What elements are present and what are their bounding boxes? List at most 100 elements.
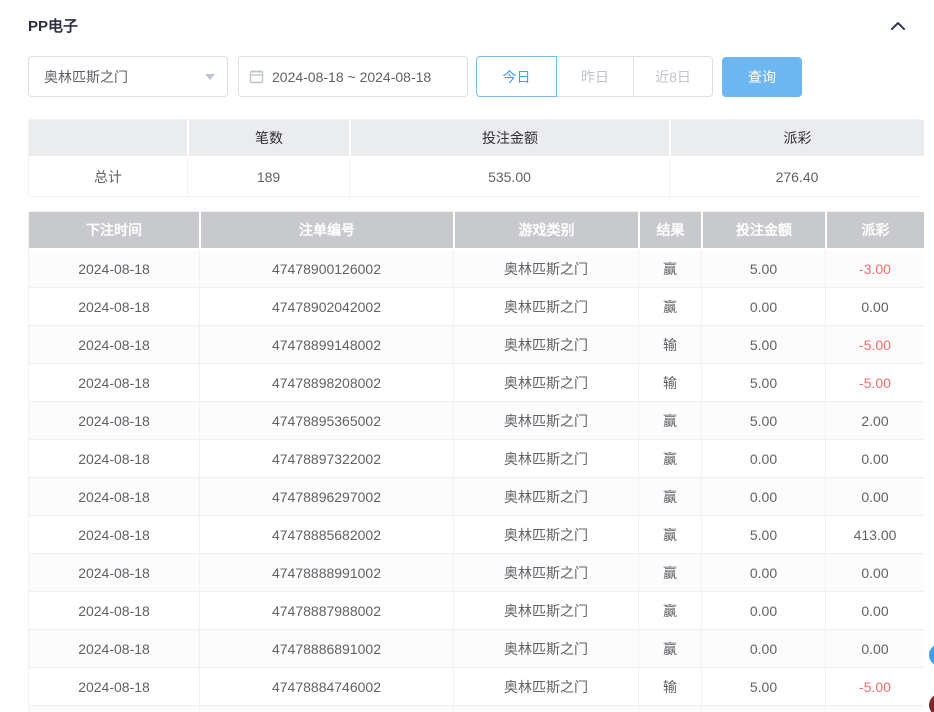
payout-cell: 0.00 [825,592,924,630]
game-select-value: 奥林匹斯之门 [44,67,128,87]
payout-cell: 0.00 [825,288,924,326]
bet-time-cell: 2024-08-18 [29,326,199,364]
bet-id-cell: 47478902042002 [199,288,453,326]
summary-header-payout: 派彩 [669,120,924,158]
bet-time-cell: 2024-08-18 [29,668,199,706]
bet-id-cell: 47478888991002 [199,554,453,592]
bet-id-cell: 47478895365002 [199,402,453,440]
table-row: 2024-08-1847478888991002奥林匹斯之门赢0.000.00 [29,554,924,592]
bet-time-cell: 2024-08-18 [29,250,199,288]
bet-amount-cell: 5.00 [701,326,825,364]
summary-table: 笔数 投注金额 派彩 总计 189 535.00 276.40 [28,119,923,197]
payout-cell: 413.00 [825,516,924,554]
payout-cell: 0.00 [825,630,924,668]
bet-amount-cell: 5.00 [701,250,825,288]
summary-header-bet-amount: 投注金额 [349,120,669,158]
bet-amount-cell: 0.00 [701,288,825,326]
game-category-cell: 奥林匹斯之门 [453,668,638,706]
filter-bar: 奥林匹斯之门 2024-08-18 ~ 2024-08-18 今日 昨日 近8日… [28,56,906,97]
bet-time-cell: 2024-08-18 [29,288,199,326]
bet-amount-cell: 5.00 [701,516,825,554]
floating-button-blue[interactable] [929,644,934,666]
header-result: 结果 [638,212,701,250]
page-title: PP电子 [28,15,78,36]
table-row: 2024-08-1847478902042002奥林匹斯之门赢0.000.00 [29,288,924,326]
result-cell: 赢 [638,288,701,326]
bet-amount-cell: 0.00 [701,440,825,478]
table-row: 2024-08-1847478897322002奥林匹斯之门赢0.000.00 [29,440,924,478]
bet-id-cell: 47478887988002 [199,592,453,630]
game-category-cell: 奥林匹斯之门 [453,250,638,288]
game-category-cell: 奥林匹斯之门 [453,402,638,440]
game-category-cell: 奥林匹斯之门 [453,478,638,516]
bet-id-cell: 47478885682002 [199,516,453,554]
today-button[interactable]: 今日 [476,56,557,97]
quick-date-button-group: 今日 昨日 近8日 [476,56,713,97]
calendar-icon [249,69,264,84]
bet-time-cell: 2024-08-18 [29,478,199,516]
bet-amount-cell: 5.00 [701,668,825,706]
table-row [29,706,924,712]
chevron-down-icon [205,74,215,80]
table-row: 2024-08-1847478895365002奥林匹斯之门赢5.002.00 [29,402,924,440]
bet-time-cell: 2024-08-18 [29,440,199,478]
table-row: 2024-08-1847478886891002奥林匹斯之门赢0.000.00 [29,630,924,668]
bet-id-cell: 47478896297002 [199,478,453,516]
summary-total-row: 总计 189 535.00 276.40 [29,158,924,196]
bet-amount-cell: 0.00 [701,554,825,592]
game-select[interactable]: 奥林匹斯之门 [28,56,228,97]
last-8-days-button[interactable]: 近8日 [633,56,713,97]
total-payout: 276.40 [669,158,924,196]
summary-header-row: 笔数 投注金额 派彩 [29,120,924,158]
bet-id-cell: 47478900126002 [199,250,453,288]
payout-cell: 2.00 [825,402,924,440]
result-cell: 输 [638,326,701,364]
game-category-cell: 奥林匹斯之门 [453,364,638,402]
bet-time-cell: 2024-08-18 [29,402,199,440]
result-cell: 输 [638,364,701,402]
game-category-cell: 奥林匹斯之门 [453,326,638,364]
date-range-value: 2024-08-18 ~ 2024-08-18 [272,69,431,85]
total-count: 189 [187,158,349,196]
bet-id-cell: 47478897322002 [199,440,453,478]
result-cell: 赢 [638,554,701,592]
result-cell: 赢 [638,440,701,478]
result-cell: 输 [638,668,701,706]
result-cell: 赢 [638,516,701,554]
header-payout: 派彩 [825,212,924,250]
query-button[interactable]: 查询 [722,57,802,97]
bet-id-cell: 47478886891002 [199,630,453,668]
header-bet-time: 下注时间 [29,212,199,250]
bet-time-cell: 2024-08-18 [29,516,199,554]
bet-amount-cell: 0.00 [701,630,825,668]
table-row: 2024-08-1847478884746002奥林匹斯之门输5.00-5.00 [29,668,924,706]
records-tbody: 2024-08-1847478900126002奥林匹斯之门赢5.00-3.00… [29,250,924,712]
game-category-cell: 奥林匹斯之门 [453,630,638,668]
betting-records-panel: PP电子 奥林匹斯之门 2024-08-18 ~ 2024-08-18 [0,0,934,712]
collapse-button[interactable] [888,19,908,33]
payout-cell: -3.00 [825,250,924,288]
bet-time-cell: 2024-08-18 [29,630,199,668]
bet-id-cell: 47478898208002 [199,364,453,402]
records-table: 下注时间 注单编号 游戏类别 结果 投注金额 派彩 2024-08-184747… [28,211,923,712]
header-game-category: 游戏类别 [453,212,638,250]
yesterday-button[interactable]: 昨日 [556,56,634,97]
payout-cell: 0.00 [825,478,924,516]
total-label: 总计 [29,158,187,196]
bet-id-cell: 47478899148002 [199,326,453,364]
records-header-row: 下注时间 注单编号 游戏类别 结果 投注金额 派彩 [29,212,924,250]
bet-amount-cell: 0.00 [701,478,825,516]
date-range-input[interactable]: 2024-08-18 ~ 2024-08-18 [238,56,468,97]
table-row: 2024-08-1847478899148002奥林匹斯之门输5.00-5.00 [29,326,924,364]
game-category-cell: 奥林匹斯之门 [453,554,638,592]
panel-header: PP电子 [0,0,934,36]
bet-id-cell: 47478884746002 [199,668,453,706]
game-category-cell: 奥林匹斯之门 [453,288,638,326]
result-cell: 赢 [638,402,701,440]
bet-time-cell: 2024-08-18 [29,554,199,592]
bet-amount-cell: 5.00 [701,402,825,440]
bet-time-cell: 2024-08-18 [29,364,199,402]
floating-button-maroon[interactable] [929,694,934,712]
chevron-up-icon [890,21,906,31]
header-bet-id: 注单编号 [199,212,453,250]
